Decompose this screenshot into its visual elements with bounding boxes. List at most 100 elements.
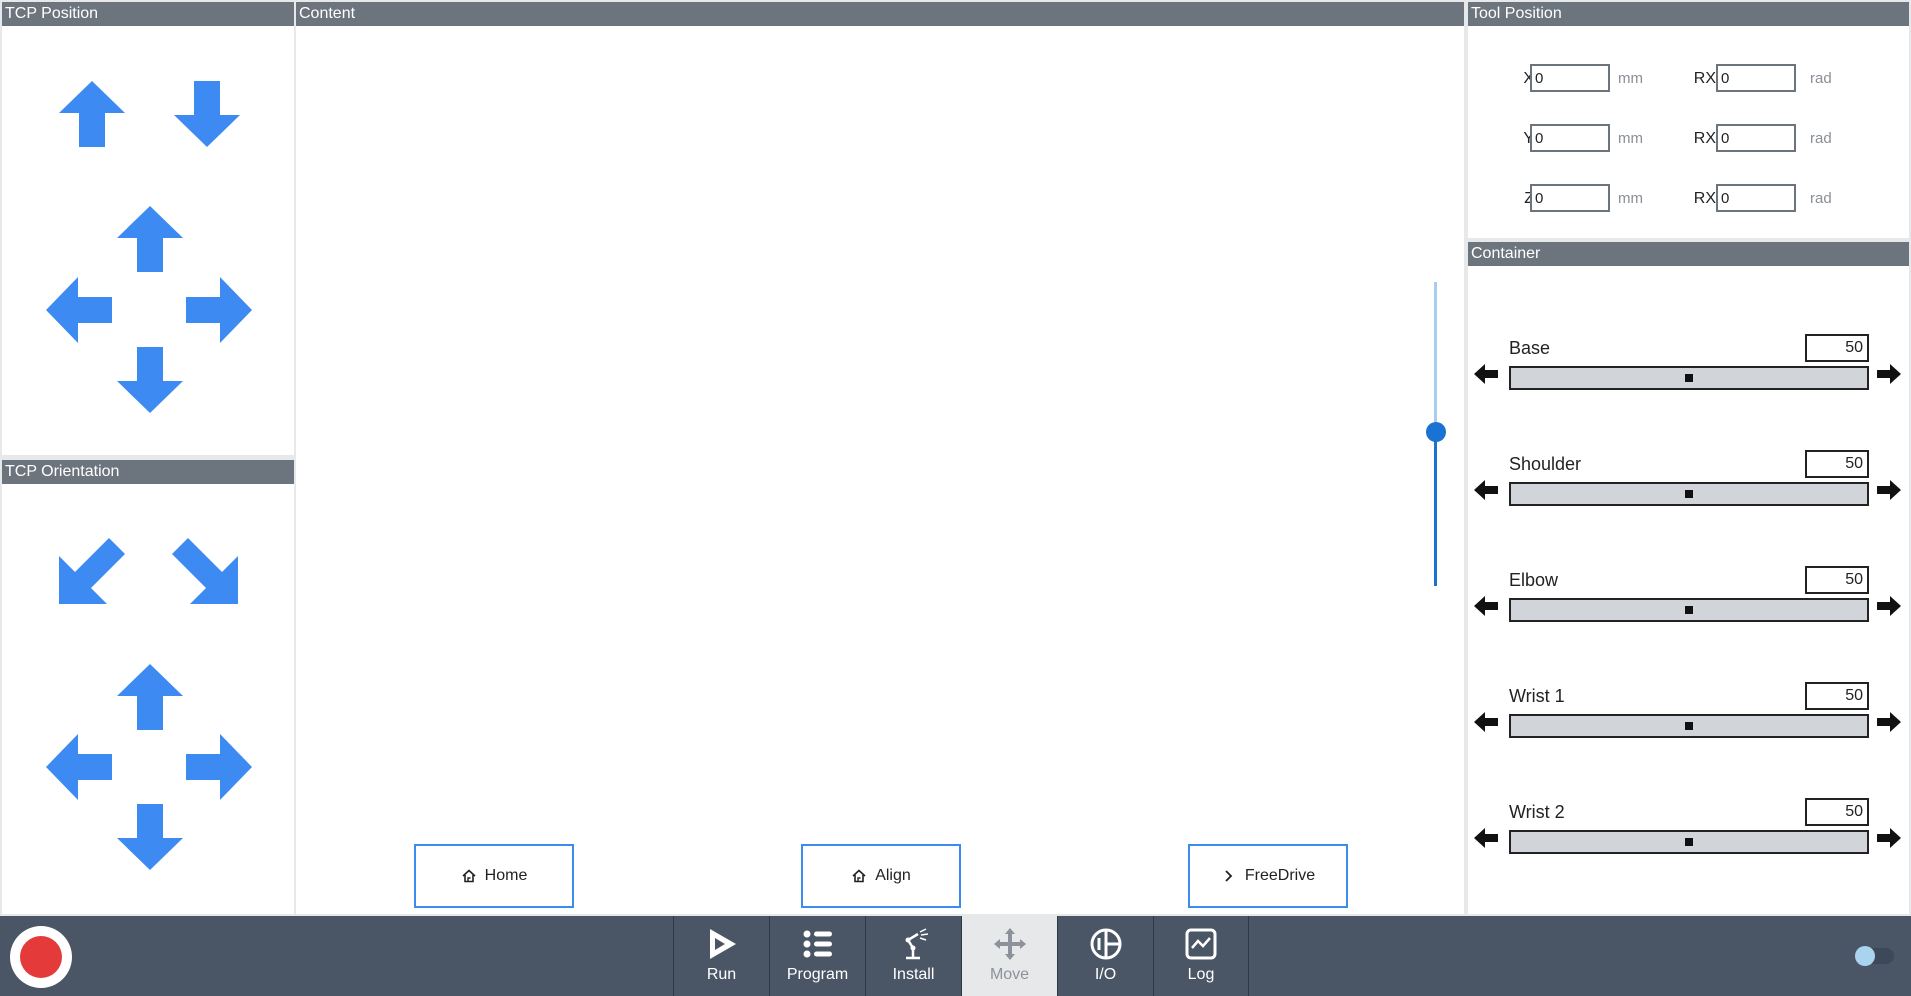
tool-position-panel: Tool Position X mm RX rad Y mm RX rad Z … (1468, 2, 1909, 238)
joint-value-input[interactable]: 50 (1805, 682, 1869, 710)
nav-io-label: I/O (1094, 966, 1117, 983)
tcp-position-panel: TCP Position (2, 2, 294, 455)
content-header: Content (296, 2, 1464, 26)
robot-control-app: TCP Position TCP Orientation Content Hom… (0, 0, 1911, 996)
joint-increase-arrow-icon[interactable] (1877, 478, 1901, 502)
tool-rot-input[interactable] (1716, 124, 1796, 152)
run-icon (709, 929, 736, 959)
tcp-orientation-panel: TCP Orientation (2, 460, 294, 914)
tool-axis-unit: mm (1618, 130, 1643, 147)
rotate-left-arrow-icon[interactable] (44, 732, 114, 802)
nav-install-label: Install (892, 966, 935, 983)
tcp-x-right-arrow-icon[interactable] (184, 275, 254, 345)
joint-value-input[interactable]: 50 (1805, 798, 1869, 826)
tcp-z-down-arrow-icon[interactable] (172, 79, 242, 149)
joint-slider-handle[interactable] (1685, 606, 1693, 614)
joint-control: Base 50 (1468, 334, 1909, 418)
freedrive-button-label: FreeDrive (1244, 867, 1316, 884)
tool-position-header: Tool Position (1468, 2, 1909, 26)
joint-slider-handle[interactable] (1685, 374, 1693, 382)
power-button[interactable] (10, 926, 72, 988)
rotate-down-left-arrow-icon[interactable] (57, 536, 127, 606)
joint-slider-handle[interactable] (1685, 722, 1693, 730)
bottom-nav-bar: Run Program Install Move I/O Log (0, 916, 1911, 996)
nav-program-label: Program (786, 966, 849, 983)
tool-rot-unit: rad (1810, 130, 1832, 147)
nav-move-label: Move (989, 966, 1030, 983)
joint-slider[interactable] (1509, 830, 1869, 854)
joint-slider[interactable] (1509, 366, 1869, 390)
joint-value-input[interactable]: 50 (1805, 566, 1869, 594)
joint-slider[interactable] (1509, 598, 1869, 622)
joint-decrease-arrow-icon[interactable] (1474, 362, 1498, 386)
content-panel: Content Home Align FreeDrive (296, 2, 1464, 914)
joint-increase-arrow-icon[interactable] (1877, 826, 1901, 850)
joint-control: Shoulder 50 (1468, 450, 1909, 534)
log-chart-icon (1185, 928, 1217, 960)
rotate-up-arrow-icon[interactable] (115, 662, 185, 732)
joint-decrease-arrow-icon[interactable] (1474, 594, 1498, 618)
tool-axis-unit: mm (1618, 70, 1643, 87)
tcp-position-header: TCP Position (2, 2, 294, 26)
nav-run[interactable]: Run (673, 916, 769, 996)
container-panel: Container Base 50 Shoulder 50 Elbow 50 W… (1468, 242, 1909, 914)
mode-toggle-knob (1855, 946, 1875, 966)
tcp-y-up-arrow-icon[interactable] (115, 204, 185, 274)
move-icon (993, 928, 1026, 960)
list-icon (803, 930, 832, 958)
tool-axis-input[interactable] (1530, 64, 1610, 92)
joint-control: Elbow 50 (1468, 566, 1909, 650)
tcp-orientation-header: TCP Orientation (2, 460, 294, 484)
joint-label: Wrist 2 (1509, 802, 1565, 822)
tool-axis-input[interactable] (1530, 124, 1610, 152)
robot-arm-icon (905, 928, 928, 960)
joint-control: Wrist 2 50 (1468, 798, 1909, 882)
mode-toggle[interactable] (1855, 946, 1894, 966)
joint-slider-handle[interactable] (1685, 838, 1693, 846)
tool-rot-label: RX (1693, 130, 1716, 147)
tool-rot-label: RX (1693, 70, 1716, 87)
joint-value-input[interactable]: 50 (1805, 334, 1869, 362)
chevron-right-icon (1225, 870, 1233, 882)
tcp-y-down-arrow-icon[interactable] (115, 345, 185, 415)
joint-label: Elbow (1509, 570, 1559, 590)
tool-rot-label: RX (1693, 190, 1716, 207)
rotate-down-arrow-icon[interactable] (115, 802, 185, 872)
home-icon (462, 869, 476, 883)
joint-decrease-arrow-icon[interactable] (1474, 826, 1498, 850)
tool-rot-unit: rad (1810, 70, 1832, 87)
io-icon (1090, 928, 1121, 960)
tcp-z-up-arrow-icon[interactable] (57, 79, 127, 149)
speed-slider-handle[interactable] (1426, 422, 1446, 442)
align-button-label: Align (875, 867, 911, 884)
freedrive-button[interactable]: FreeDrive (1188, 844, 1348, 908)
joint-decrease-arrow-icon[interactable] (1474, 710, 1498, 734)
nav-install[interactable]: Install (865, 916, 961, 996)
tool-rot-unit: rad (1810, 190, 1832, 207)
rotate-down-right-arrow-icon[interactable] (170, 536, 240, 606)
nav-io[interactable]: I/O (1057, 916, 1153, 996)
joint-slider[interactable] (1509, 714, 1869, 738)
tool-axis-unit: mm (1618, 190, 1643, 207)
rotate-right-arrow-icon[interactable] (184, 732, 254, 802)
tool-rot-input[interactable] (1716, 64, 1796, 92)
align-button[interactable]: Align (801, 844, 961, 908)
nav-log[interactable]: Log (1153, 916, 1249, 996)
joint-slider[interactable] (1509, 482, 1869, 506)
joint-increase-arrow-icon[interactable] (1877, 594, 1901, 618)
home-button-label: Home (484, 867, 528, 884)
joint-increase-arrow-icon[interactable] (1877, 710, 1901, 734)
power-status-icon (20, 936, 62, 978)
nav-program[interactable]: Program (769, 916, 865, 996)
joint-increase-arrow-icon[interactable] (1877, 362, 1901, 386)
tool-rot-input[interactable] (1716, 184, 1796, 212)
nav-move[interactable]: Move (961, 916, 1057, 996)
joint-decrease-arrow-icon[interactable] (1474, 478, 1498, 502)
speed-slider[interactable] (1426, 282, 1446, 586)
nav-log-label: Log (1187, 966, 1215, 983)
joint-value-input[interactable]: 50 (1805, 450, 1869, 478)
joint-slider-handle[interactable] (1685, 490, 1693, 498)
tcp-x-left-arrow-icon[interactable] (44, 275, 114, 345)
home-button[interactable]: Home (414, 844, 574, 908)
tool-axis-input[interactable] (1530, 184, 1610, 212)
